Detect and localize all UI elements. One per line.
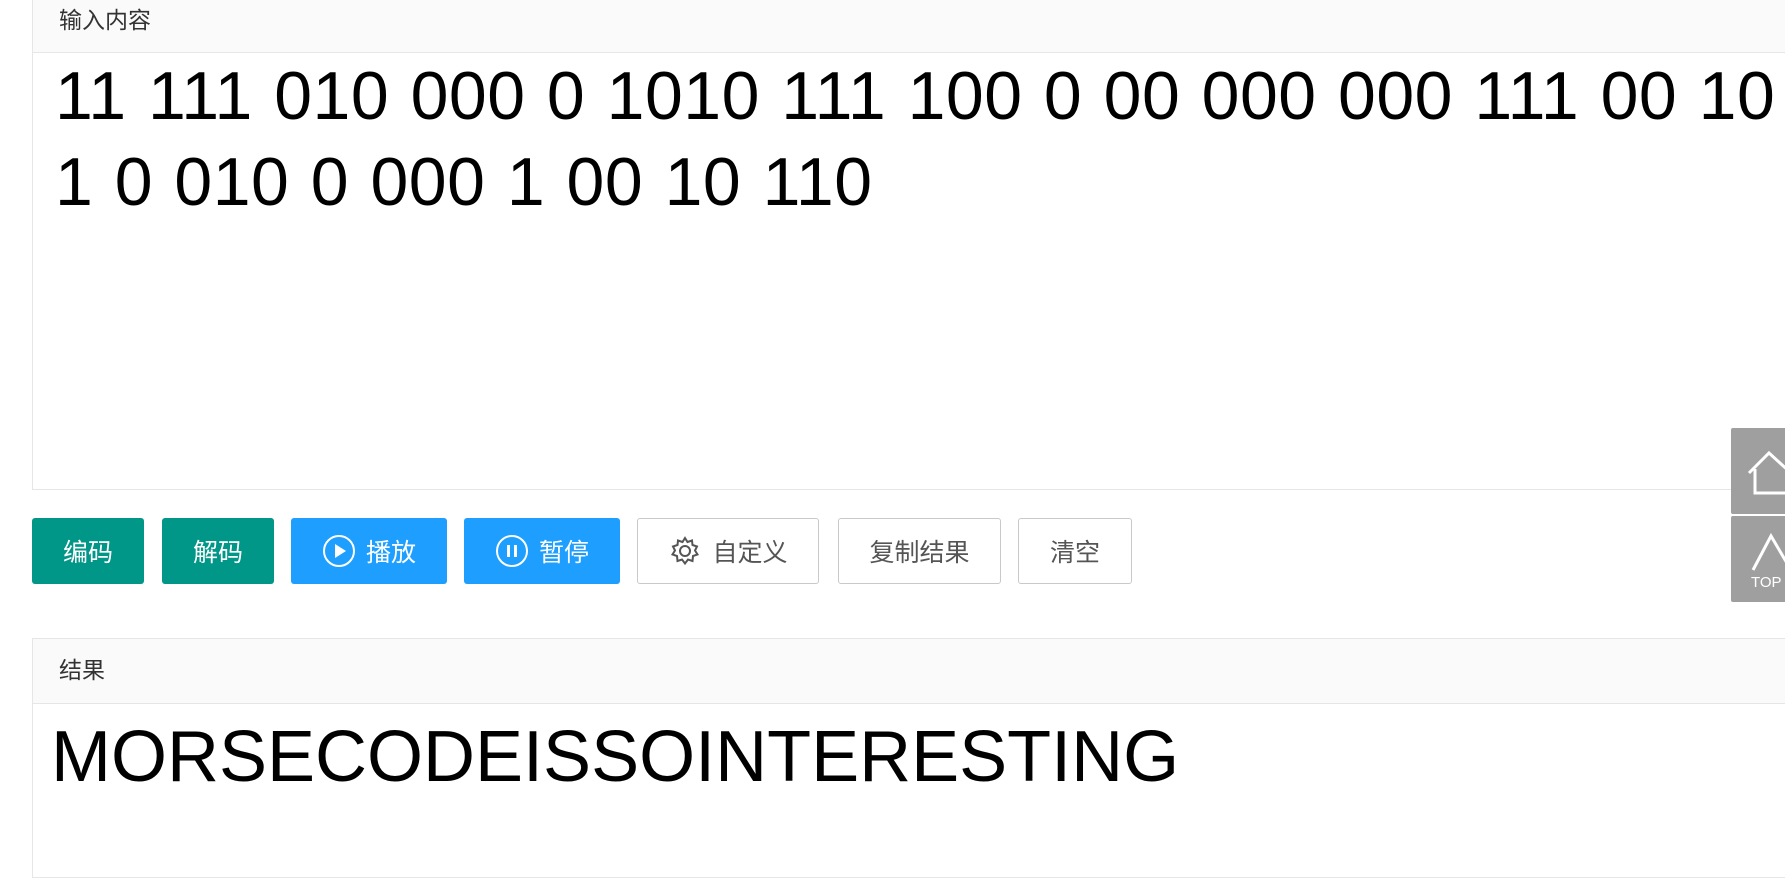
input-panel: 输入内容 11 111 010 000 0 1010 111 100 0 00 … (32, 0, 1785, 490)
clear-button[interactable]: 清空 (1018, 518, 1132, 584)
gear-icon (668, 534, 702, 568)
play-label: 播放 (365, 538, 416, 567)
pause-label: 暂停 (538, 538, 589, 567)
pause-button[interactable]: 暂停 (464, 518, 620, 584)
decode-label: 解码 (192, 538, 243, 567)
input-panel-title: 输入内容 (33, 0, 1785, 53)
input-textarea[interactable]: 11 111 010 000 0 1010 111 100 0 00 000 0… (55, 53, 1785, 225)
play-icon (322, 534, 356, 568)
home-icon (1745, 443, 1785, 499)
encode-label: 编码 (62, 538, 113, 567)
copy-result-button[interactable]: 复制结果 (838, 518, 1001, 584)
encode-button[interactable]: 编码 (32, 518, 144, 584)
home-button[interactable] (1731, 428, 1785, 514)
back-to-top-button[interactable]: TOP (1731, 516, 1785, 602)
result-panel-title: 结果 (33, 639, 1785, 704)
result-output: MORSECODEISSOINTERESTING (51, 717, 1180, 797)
pause-icon (495, 534, 529, 568)
top-label: TOP (1751, 574, 1782, 591)
decode-button[interactable]: 解码 (162, 518, 274, 584)
back-to-top-content: TOP (1749, 524, 1785, 594)
play-button[interactable]: 播放 (291, 518, 447, 584)
result-panel: 结果 MORSECODEISSOINTERESTING (32, 638, 1785, 878)
custom-label: 自定义 (712, 538, 788, 567)
clear-label: 清空 (1049, 538, 1100, 567)
arrow-up-icon (1751, 532, 1785, 571)
custom-button[interactable]: 自定义 (637, 518, 819, 584)
copy-label: 复制结果 (869, 538, 970, 567)
